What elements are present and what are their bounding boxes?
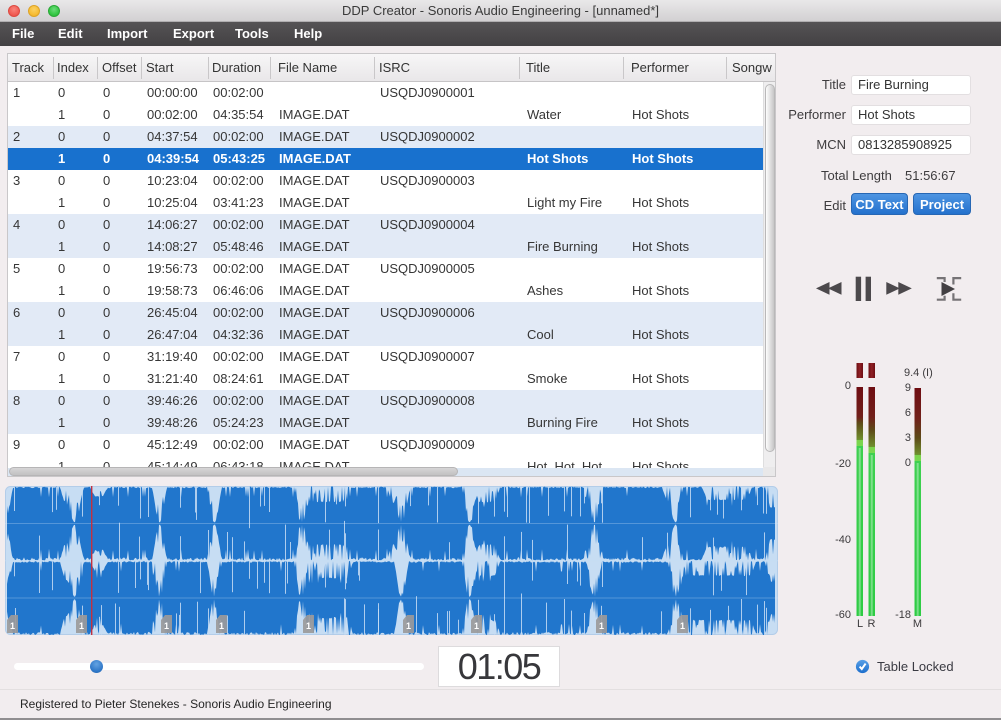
svg-text:9.4 (I): 9.4 (I) <box>904 367 933 379</box>
svg-text:6: 6 <box>905 407 911 419</box>
svg-text:L: L <box>857 618 863 630</box>
svg-text:9: 9 <box>905 382 911 394</box>
svg-text:1: 1 <box>680 621 685 631</box>
svg-text:1: 1 <box>79 621 84 631</box>
svg-text:1: 1 <box>406 621 411 631</box>
svg-text:3: 3 <box>905 432 911 444</box>
svg-text:1: 1 <box>10 621 15 631</box>
svg-text:0: 0 <box>845 380 851 392</box>
svg-text:1: 1 <box>599 621 604 631</box>
svg-text:1: 1 <box>474 621 479 631</box>
svg-text:-18: -18 <box>895 609 911 621</box>
svg-text:-20: -20 <box>835 458 851 470</box>
svg-text:1: 1 <box>219 621 224 631</box>
svg-text:M: M <box>913 618 922 630</box>
svg-text:1: 1 <box>164 621 169 631</box>
svg-text:-40: -40 <box>835 534 851 546</box>
svg-text:R: R <box>868 618 876 630</box>
svg-text:0: 0 <box>905 457 911 469</box>
svg-text:-60: -60 <box>835 609 851 621</box>
svg-text:1: 1 <box>306 621 311 631</box>
